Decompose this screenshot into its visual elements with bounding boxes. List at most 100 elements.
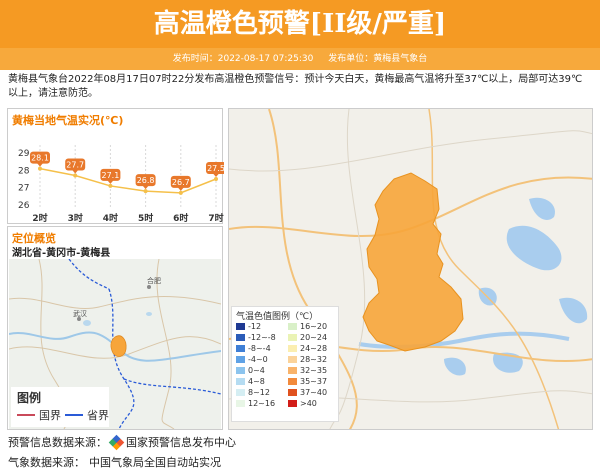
legend-color-item: -4~0 (236, 355, 288, 364)
legend-color-item: 4~8 (236, 377, 288, 386)
y-tick-label: 28 (18, 166, 30, 176)
x-tick-label: 5时 (138, 212, 153, 224)
legend-color-label: >40 (300, 399, 317, 408)
legend-national-border: 国界 (17, 407, 61, 423)
publish-time: 发布时间：2022-08-17 07:25:30 (172, 54, 314, 64)
data-label: 27.1 (101, 171, 119, 180)
x-tick-label: 7时 (208, 212, 223, 224)
legend-color-label: 20~24 (300, 333, 328, 342)
x-tick-label: 3时 (68, 212, 83, 224)
legend-color-item: 35~37 (288, 377, 340, 386)
legend-color-label: 8~12 (248, 388, 270, 397)
color-swatch (288, 367, 297, 374)
legend-color-label: 35~37 (300, 377, 328, 386)
legend-color-label: -4~0 (248, 355, 268, 364)
temperature-point (38, 166, 42, 171)
color-swatch (236, 367, 245, 374)
legend-color-item: 12~16 (236, 399, 288, 408)
color-swatch (288, 378, 297, 385)
color-swatch (288, 345, 297, 352)
y-tick-label: 29 (18, 149, 30, 159)
data-label-pointer (213, 173, 219, 177)
x-tick-label: 2时 (32, 212, 47, 224)
legend-color-item: >40 (288, 399, 340, 408)
legend-color-item: 20~24 (288, 333, 340, 342)
warning-title: 高温橙色预警[II级/严重] (0, 0, 600, 48)
temperature-legend-title: 气温色值图例（℃） (236, 312, 319, 322)
x-tick-label: 6时 (173, 212, 188, 224)
temperature-panel: 29 28 27 26 2时 3时 4时 5时 6时 7时 28.1 27.7 27.1 26.8 26.7… (7, 108, 224, 224)
color-swatch (288, 323, 297, 330)
huangmei-county-marker (110, 335, 127, 357)
legend-color-item: 8~12 (236, 388, 288, 397)
legend-provincial-border: 省界 (65, 407, 109, 423)
temperature-legend-grid: -12 16~20 -12~-8 20~24 -8~-4 24~28 -4~0 28~32 0~… (236, 322, 340, 408)
data-label: 26.7 (172, 178, 190, 187)
legend-color-label: 32~35 (300, 366, 328, 375)
color-swatch (288, 356, 297, 363)
data-label: 27.5 (207, 164, 224, 173)
map-city-label: 合肥 (147, 276, 161, 285)
location-path: 湖北省-黄冈市-黄梅县 (12, 248, 111, 259)
y-tick-label: 27 (18, 184, 29, 194)
map-city-label: 武汉 (73, 309, 87, 318)
y-tick-label: 26 (18, 201, 30, 211)
legend-color-item: 37~40 (288, 388, 340, 397)
data-label: 28.1 (31, 154, 49, 163)
temperature-point (178, 190, 183, 195)
data-label-pointer (37, 163, 43, 167)
weather-source: 气象数据来源： 中国气象局全国自动站实况 (8, 454, 221, 470)
data-label-pointer (107, 180, 114, 184)
legend-color-item: 0~4 (236, 366, 288, 375)
legend-color-label: 37~40 (300, 388, 328, 397)
data-label-pointer (72, 170, 79, 174)
data-label-pointer (142, 185, 149, 190)
legend-color-item: 16~20 (288, 322, 340, 331)
color-swatch (288, 389, 297, 396)
legend-color-item: 32~35 (288, 366, 340, 375)
publish-info: 发布时间：2022-08-17 07:25:30 发布单位：黄梅县气象台 (0, 48, 600, 70)
weather-source-label: 气象数据来源： (8, 456, 85, 469)
warning-center-logo-icon (108, 434, 125, 450)
provincial-border-line-icon (65, 414, 83, 416)
national-border-line-icon (17, 414, 35, 416)
x-tick-label: 4时 (103, 212, 118, 224)
color-swatch (236, 378, 245, 385)
color-swatch (236, 345, 245, 352)
legend-color-label: 0~4 (248, 366, 265, 375)
color-swatch (288, 400, 297, 407)
temperature-point (108, 183, 113, 188)
color-swatch (236, 400, 245, 407)
color-swatch (236, 323, 245, 330)
legend-color-label: -8~-4 (248, 344, 271, 353)
weather-source-name: 中国气象局全国自动站实况 (89, 456, 221, 469)
legend-color-item: 24~28 (288, 344, 340, 353)
legend-color-item: 28~32 (288, 355, 340, 364)
temperature-panel-title: 黄梅当地气温实况(℃) (12, 114, 124, 127)
legend-color-label: -12~-8 (248, 333, 276, 342)
data-label: 26.8 (137, 176, 155, 185)
temperature-color-legend: 气温色值图例（℃） -12 16~20 -12~-8 20~24 -8~-4 24~28-… (231, 306, 339, 422)
color-swatch (288, 334, 297, 341)
color-swatch (236, 389, 245, 396)
overview-legend: 图例 国界 省界 (11, 387, 109, 427)
warning-source-name: 国家预警信息发布中心 (126, 436, 236, 449)
data-label: 27.7 (66, 161, 84, 170)
temperature-point (214, 177, 218, 181)
legend-color-label: 16~20 (300, 322, 328, 331)
publisher: 发布单位：黄梅县气象台 (328, 54, 428, 64)
warning-source-label: 预警信息数据来源： (8, 436, 107, 449)
color-swatch (236, 334, 245, 341)
data-label-pointer (177, 187, 184, 191)
legend-color-item: -8~-4 (236, 344, 288, 353)
warning-source: 预警信息数据来源： 国家预警信息发布中心 (8, 434, 236, 450)
temperature-point (73, 173, 78, 178)
legend-color-label: -12 (248, 322, 262, 331)
legend-color-label: 28~32 (300, 355, 328, 364)
legend-color-label: 12~16 (248, 399, 276, 408)
legend-color-label: 24~28 (300, 344, 328, 353)
temperature-point (143, 189, 148, 194)
warning-description: 黄梅县气象台2022年08月17日07时22分发布高温橙色预警信号：预计今天白天… (8, 74, 583, 99)
legend-color-item: -12 (236, 322, 288, 331)
legend-color-label: 4~8 (248, 377, 265, 386)
